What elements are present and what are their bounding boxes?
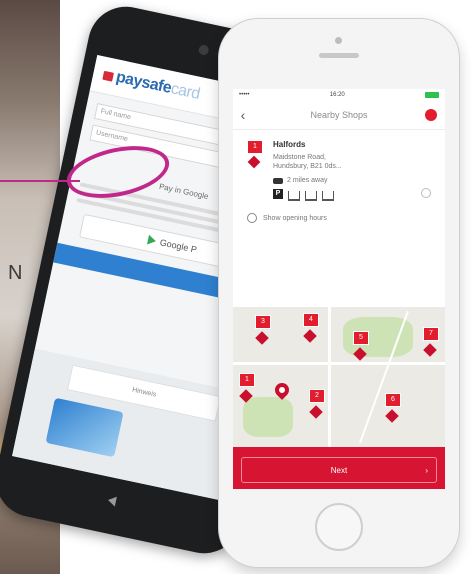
shop-name: Halfords [273, 140, 306, 149]
map-marker[interactable]: 5 [353, 331, 369, 361]
app-header: ‹ Nearby Shops [233, 101, 445, 130]
status-bar: ••••• 16:20 [233, 89, 445, 101]
speaker-grille [319, 53, 359, 58]
card-image [45, 397, 124, 458]
map-road [328, 307, 331, 447]
amenities: P [273, 189, 342, 201]
back-nav-icon[interactable] [106, 495, 117, 507]
carrier-signal: ••••• [239, 92, 250, 98]
lock-icon [102, 70, 115, 82]
next-button[interactable]: Next › [241, 457, 437, 483]
shop-detail: 1 Halfords Maidstone Road, Hundsbury, B2… [233, 130, 445, 231]
battery-icon [425, 92, 439, 98]
background-letter: N [8, 262, 23, 284]
clock-icon [247, 213, 257, 223]
map-marker[interactable]: 3 [255, 315, 271, 345]
shop-map[interactable]: 3 4 5 7 1 2 6 [233, 307, 445, 447]
nearby-shops-screen: ••••• 16:20 ‹ Nearby Shops 1 Halfords Ma… [233, 89, 445, 489]
map-marker[interactable]: 4 [303, 313, 319, 343]
camera-icon [197, 44, 210, 56]
info-icon[interactable] [421, 188, 431, 198]
bottom-bar: Next › [233, 447, 445, 489]
parking-icon: P [273, 189, 283, 199]
opening-hours-toggle[interactable]: Show opening hours [247, 213, 431, 223]
map-marker[interactable]: 7 [423, 327, 439, 357]
front-camera-icon [335, 37, 342, 44]
shop-address: Maidstone Road, Hundsbury, B21 0ds... [273, 154, 342, 170]
parcel-icon[interactable] [425, 109, 437, 121]
basket-icon [305, 191, 317, 201]
basket-icon [288, 191, 300, 201]
status-time: 16:20 [329, 92, 345, 98]
shop-distance: 2 miles away [273, 177, 342, 184]
home-button[interactable] [315, 503, 363, 551]
page-title: Nearby Shops [310, 110, 368, 120]
map-park [243, 397, 293, 437]
basket-icon [322, 191, 334, 201]
map-marker[interactable]: 6 [385, 393, 401, 423]
car-icon [273, 177, 283, 184]
back-chevron-icon[interactable]: ‹ [233, 107, 253, 123]
parcel-cube-icon [247, 155, 261, 169]
iphone: ••••• 16:20 ‹ Nearby Shops 1 Halfords Ma… [218, 18, 460, 568]
chevron-right-icon: › [425, 466, 428, 475]
map-marker[interactable]: 2 [309, 389, 325, 419]
shop-marker-icon: 1 [247, 140, 263, 169]
google-play-icon [147, 234, 158, 247]
map-marker[interactable]: 1 [239, 373, 255, 403]
map-road [233, 362, 445, 365]
